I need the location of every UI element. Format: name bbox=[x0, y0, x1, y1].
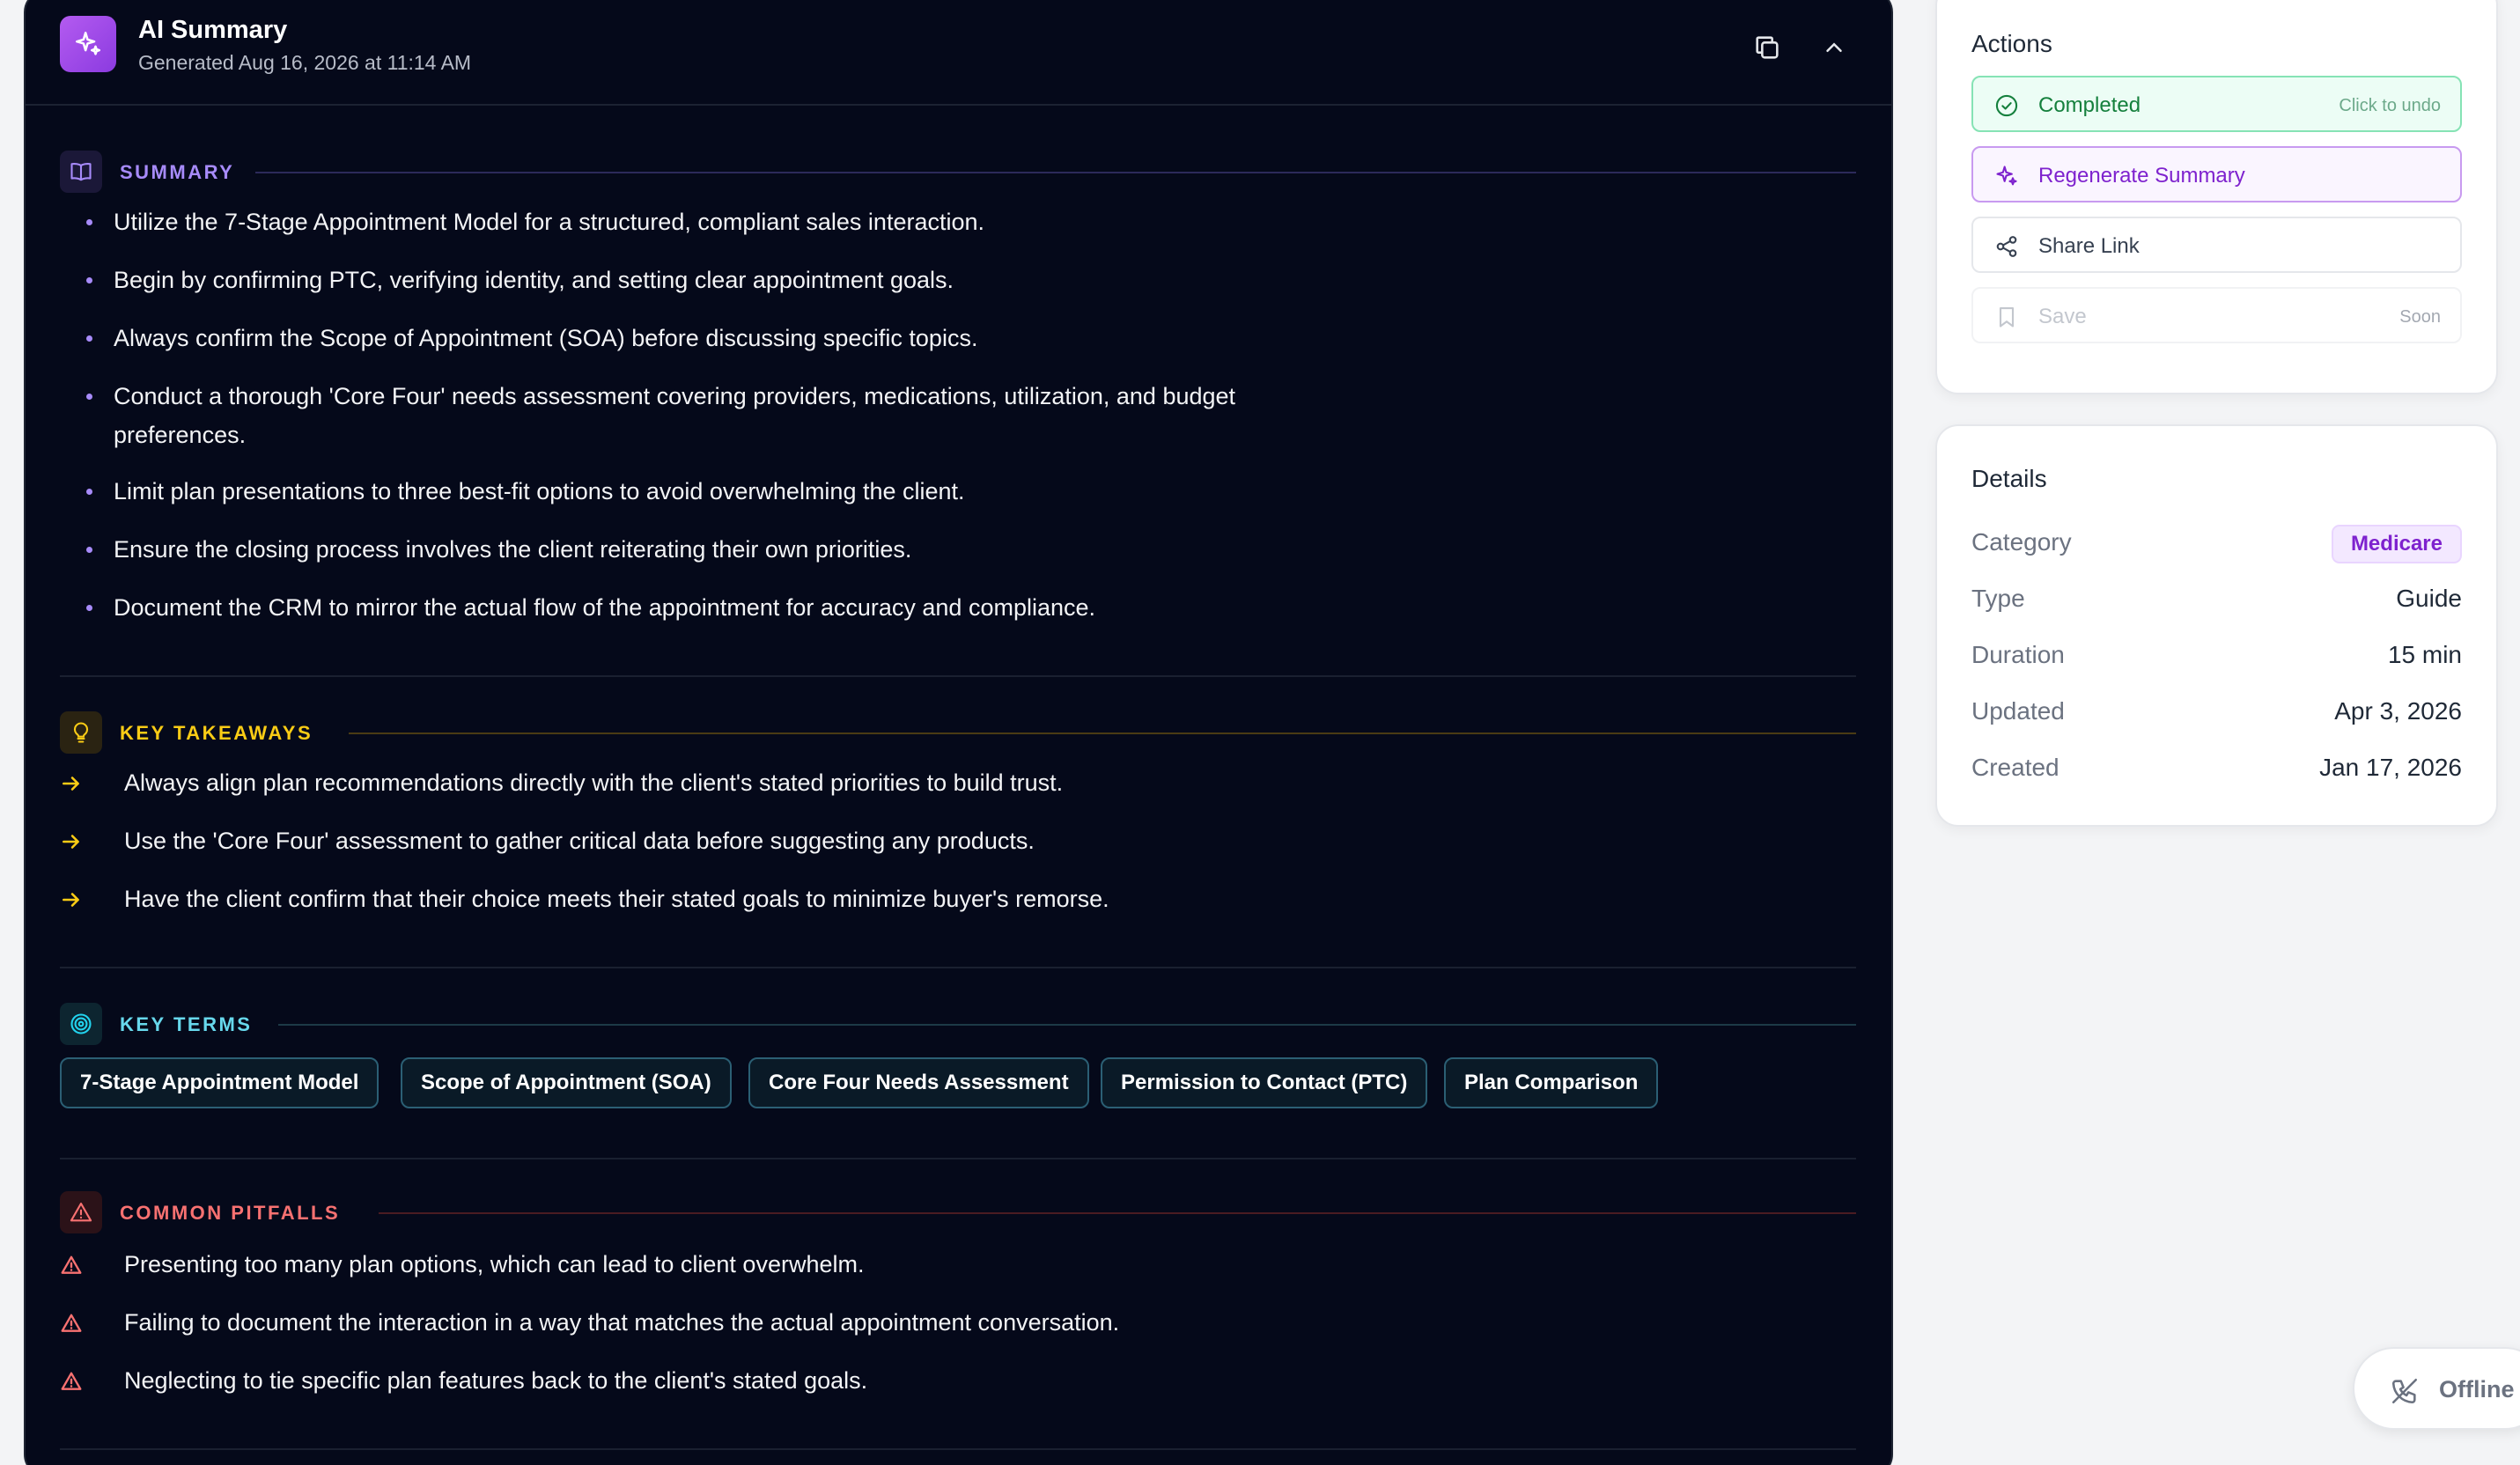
warning-icon bbox=[60, 1191, 102, 1233]
regenerate-label: Regenerate Summary bbox=[2038, 164, 2245, 188]
ai-summary-panel: AI Summary Generated Aug 16, 2026 at 11:… bbox=[24, 0, 1893, 1465]
section-divider-line bbox=[255, 172, 1856, 173]
chevron-up-icon bbox=[1826, 42, 1842, 52]
takeaways-section-title: KEY TAKEAWAYS bbox=[120, 722, 313, 744]
sparkles-icon bbox=[60, 16, 116, 72]
term-chip[interactable]: 7-Stage Appointment Model bbox=[60, 1057, 379, 1108]
save-button: Save Soon bbox=[1971, 287, 2462, 343]
warning-icon bbox=[61, 1255, 82, 1274]
sparkles-icon bbox=[1996, 166, 2017, 186]
target-icon bbox=[60, 1003, 102, 1045]
regenerate-summary-button[interactable]: Regenerate Summary bbox=[1971, 146, 2462, 202]
copy-button[interactable] bbox=[1746, 26, 1788, 69]
detail-row-category: Category Medicare bbox=[1971, 525, 2462, 563]
pitfalls-section-title: COMMON PITFALLS bbox=[120, 1202, 341, 1224]
term-chip[interactable]: Core Four Needs Assessment bbox=[748, 1057, 1089, 1108]
warning-icon bbox=[61, 1372, 82, 1390]
detail-row-type: Type Guide bbox=[1971, 585, 2462, 612]
section-divider bbox=[60, 1448, 1856, 1450]
details-title: Details bbox=[1971, 465, 2047, 492]
terms-section-title: KEY TERMS bbox=[120, 1013, 253, 1035]
collapse-button[interactable] bbox=[1813, 26, 1855, 69]
section-divider bbox=[60, 967, 1856, 968]
save-label: Save bbox=[2038, 305, 2087, 328]
soon-hint: Soon bbox=[2399, 307, 2441, 327]
completed-button[interactable]: Completed Click to undo bbox=[1971, 76, 2462, 132]
arrow-right-icon bbox=[63, 777, 79, 791]
term-chip[interactable]: Plan Comparison bbox=[1444, 1057, 1659, 1108]
share-label: Share Link bbox=[2038, 234, 2140, 258]
term-chip[interactable]: Scope of Appointment (SOA) bbox=[401, 1057, 732, 1108]
pitfalls-section-header: COMMON PITFALLS bbox=[60, 1191, 1856, 1235]
copy-icon bbox=[1756, 36, 1779, 59]
details-card: Details Category Medicare Type Guide Dur… bbox=[1935, 424, 2498, 827]
section-divider-line bbox=[349, 732, 1856, 734]
warning-icon bbox=[61, 1314, 82, 1332]
actions-card: Actions Completed Click to undo Regenera… bbox=[1935, 0, 2498, 394]
offline-label: Offline bbox=[2439, 1376, 2515, 1402]
summary-section-title: SUMMARY bbox=[120, 161, 235, 183]
arrow-right-icon bbox=[63, 893, 79, 907]
section-divider bbox=[60, 1158, 1856, 1159]
actions-title: Actions bbox=[1971, 30, 2052, 57]
undo-hint: Click to undo bbox=[2339, 96, 2441, 115]
generated-timestamp: Generated Aug 16, 2026 at 11:14 AM bbox=[138, 51, 472, 74]
phone-off-icon bbox=[2391, 1378, 2418, 1404]
check-circle-icon bbox=[1995, 94, 2018, 117]
term-chip[interactable]: Permission to Contact (PTC) bbox=[1101, 1057, 1428, 1108]
share-link-button[interactable]: Share Link bbox=[1971, 217, 2462, 273]
terms-section-header: KEY TERMS bbox=[60, 1003, 1856, 1047]
detail-row-duration: Duration 15 min bbox=[1971, 641, 2462, 668]
section-divider-line bbox=[379, 1212, 1856, 1214]
lightbulb-icon bbox=[60, 711, 102, 754]
section-divider bbox=[60, 675, 1856, 677]
category-badge: Medicare bbox=[2331, 525, 2462, 563]
summary-section-header: SUMMARY bbox=[60, 151, 1856, 195]
takeaways-section-header: KEY TAKEAWAYS bbox=[60, 711, 1856, 755]
detail-row-updated: Updated Apr 3, 2026 bbox=[1971, 697, 2462, 725]
offline-status-button[interactable]: Offline bbox=[2353, 1347, 2520, 1430]
summary-title: AI Summary bbox=[138, 16, 288, 44]
share-icon bbox=[1996, 236, 2017, 257]
bookmark-icon bbox=[1999, 307, 2015, 328]
section-divider-line bbox=[278, 1024, 1856, 1026]
completed-label: Completed bbox=[2038, 93, 2141, 117]
arrow-right-icon bbox=[63, 835, 79, 849]
summary-header: AI Summary Generated Aug 16, 2026 at 11:… bbox=[26, 2, 1891, 106]
book-icon bbox=[60, 151, 102, 193]
detail-row-created: Created Jan 17, 2026 bbox=[1971, 754, 2462, 781]
